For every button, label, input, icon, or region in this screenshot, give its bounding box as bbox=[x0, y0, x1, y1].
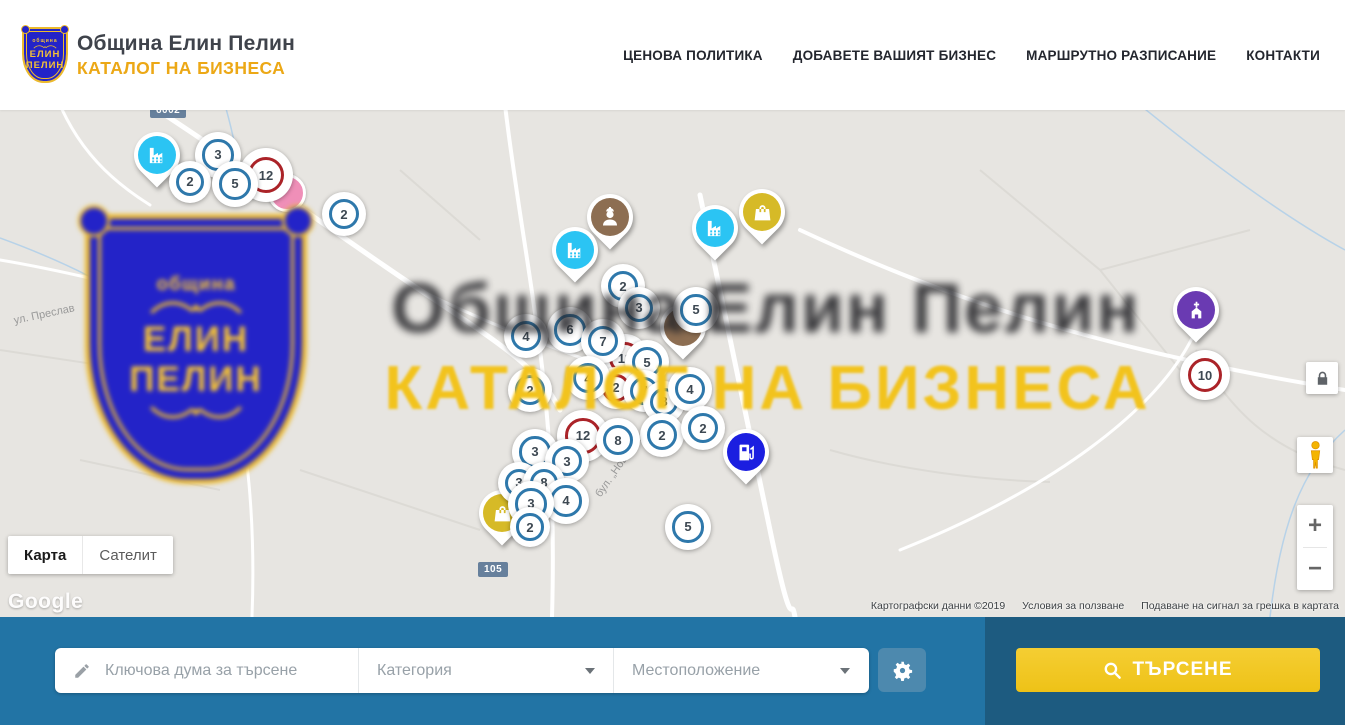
keyword-input[interactable] bbox=[103, 661, 348, 681]
factory-pin-marker[interactable] bbox=[552, 227, 598, 273]
crest-ornament bbox=[78, 205, 110, 237]
cluster-marker[interactable]: 5 bbox=[665, 504, 711, 550]
municipality-crest-logo: община ЕЛИН ПЕЛИН bbox=[22, 27, 68, 83]
crest-ornament bbox=[21, 25, 30, 34]
factory-icon bbox=[704, 217, 727, 240]
watermark-crest: община ЕЛИН ПЕЛИН bbox=[85, 214, 307, 484]
map-data-copyright: Картографски данни ©2019 bbox=[871, 600, 1005, 612]
cluster-marker[interactable]: 5 bbox=[212, 161, 258, 207]
zoom-out-button[interactable]: − bbox=[1297, 548, 1333, 590]
crest-flourish bbox=[148, 296, 244, 320]
cluster-marker[interactable]: 2 bbox=[322, 192, 366, 236]
map-type-satellite-button[interactable]: Сателит bbox=[82, 536, 173, 574]
lock-icon bbox=[1315, 371, 1330, 386]
crest-flourish bbox=[148, 400, 244, 424]
category-select[interactable]: Категория bbox=[358, 648, 613, 693]
location-placeholder: Местоположение bbox=[632, 662, 760, 680]
watermark-title: Община Елин Пелин bbox=[333, 268, 1199, 348]
search-form: Категория Местоположение bbox=[55, 648, 869, 693]
nav-add-your-business[interactable]: ДОБАВЕТЕ ВАШИЯТ БИЗНЕС bbox=[793, 48, 996, 63]
pegman-button[interactable] bbox=[1297, 437, 1333, 473]
nav-route-schedule[interactable]: МАРШРУТНО РАЗПИСАНИЕ bbox=[1026, 48, 1216, 63]
cluster-marker[interactable]: 2 bbox=[169, 161, 211, 203]
cluster-marker[interactable]: 2 bbox=[510, 507, 550, 547]
report-map-error-link[interactable]: Подаване на сигнал за грешка в картата bbox=[1141, 600, 1339, 612]
pegman-icon bbox=[1308, 441, 1323, 469]
fuel-pump-icon bbox=[736, 442, 757, 463]
fuel-pin-marker[interactable] bbox=[723, 429, 769, 475]
crest-name-line2: ПЕЛИН bbox=[129, 360, 263, 400]
advanced-settings-button[interactable] bbox=[878, 648, 926, 692]
map-container[interactable]: 6002105ул. Преславбул. „Новоселци“ 12325… bbox=[0, 110, 1345, 617]
main-nav: ЦЕНОВА ПОЛИТИКА ДОБАВЕТЕ ВАШИЯТ БИЗНЕС М… bbox=[593, 48, 1320, 63]
category-placeholder: Категория bbox=[377, 662, 452, 680]
site-subtitle: КАТАЛОГ НА БИЗНЕСА bbox=[77, 58, 295, 79]
zoom-control: + − bbox=[1297, 505, 1333, 590]
fullscreen-lock-button[interactable] bbox=[1306, 362, 1338, 394]
factory-icon bbox=[146, 144, 169, 167]
crest-name-line2: ПЕЛИН bbox=[26, 61, 65, 72]
nav-contacts[interactable]: КОНТАКТИ bbox=[1246, 48, 1320, 63]
header: община ЕЛИН ПЕЛИН Община Елин Пелин КАТА… bbox=[0, 0, 1345, 110]
factory-icon bbox=[564, 239, 587, 262]
factory-pin-marker[interactable] bbox=[692, 205, 738, 251]
location-select[interactable]: Местоположение bbox=[613, 648, 868, 693]
brand-logo[interactable]: община ЕЛИН ПЕЛИН Община Елин Пелин КАТА… bbox=[22, 27, 295, 83]
search-icon bbox=[1103, 661, 1122, 680]
construction-worker-icon bbox=[598, 205, 622, 229]
chevron-down-icon bbox=[585, 668, 595, 674]
keyword-field bbox=[55, 648, 358, 693]
search-button-panel: ТЪРСЕНЕ bbox=[985, 617, 1345, 725]
nav-pricing-policy[interactable]: ЦЕНОВА ПОЛИТИКА bbox=[623, 48, 763, 63]
map-type-map-button[interactable]: Карта bbox=[8, 536, 82, 574]
search-button[interactable]: ТЪРСЕНЕ bbox=[1016, 648, 1320, 692]
gear-icon bbox=[892, 660, 913, 681]
map-attribution: Картографски данни ©2019 Условия за полз… bbox=[857, 600, 1339, 612]
map-type-control: Карта Сателит bbox=[8, 536, 173, 574]
zoom-in-button[interactable]: + bbox=[1297, 505, 1333, 547]
crest-name-line1: ЕЛИН bbox=[143, 320, 249, 360]
crest-ornament bbox=[282, 205, 314, 237]
search-button-label: ТЪРСЕНЕ bbox=[1132, 659, 1232, 681]
chevron-down-icon bbox=[840, 668, 850, 674]
watermark-subtitle: КАТАЛОГ НА БИЗНЕСА bbox=[345, 353, 1190, 424]
pencil-icon bbox=[73, 662, 91, 680]
crest-small-text: община bbox=[156, 274, 235, 296]
search-bar: Категория Местоположение ТЪРСЕНЕ bbox=[0, 617, 1345, 725]
crest-ornament bbox=[60, 25, 69, 34]
page: община ЕЛИН ПЕЛИН Община Елин Пелин КАТА… bbox=[0, 0, 1345, 725]
terms-of-use-link[interactable]: Условия за ползване bbox=[1022, 600, 1124, 612]
site-title: Община Елин Пелин bbox=[77, 32, 295, 56]
shopping-bag-icon bbox=[752, 202, 773, 223]
bag-pin-marker[interactable] bbox=[739, 189, 785, 235]
cluster-marker[interactable]: 8 bbox=[596, 418, 640, 462]
google-logo[interactable]: Google bbox=[8, 590, 83, 614]
